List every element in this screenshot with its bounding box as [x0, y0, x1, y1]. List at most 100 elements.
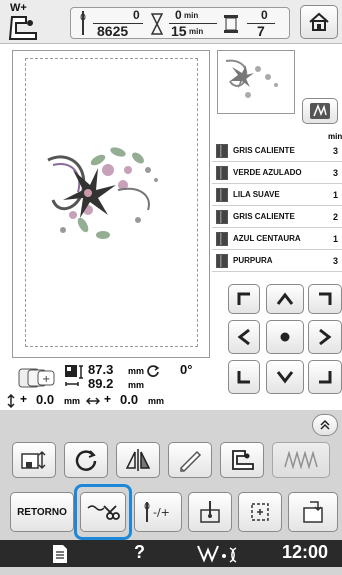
- thread-name: AZUL CENTAURA: [233, 234, 301, 243]
- thread-row[interactable]: GRIS CALIENTE 2: [212, 206, 342, 228]
- thread-minutes: 1: [332, 233, 338, 244]
- clock: 12:00: [282, 542, 329, 562]
- thread-row[interactable]: AZUL CENTAURA 1: [212, 228, 342, 250]
- stitch-pattern-icon: [284, 451, 318, 469]
- stitches-total: 8625: [97, 23, 129, 39]
- horizontal-offset-value: 0.0: [120, 392, 139, 407]
- colors-total: 7: [257, 23, 265, 39]
- presser-foot-indicator: W+: [6, 2, 46, 42]
- vertical-offset-unit: mm: [64, 396, 81, 406]
- thread-spool-icon: [216, 187, 228, 202]
- move-down-button[interactable]: [266, 360, 304, 394]
- thread-spool-icon: [216, 143, 228, 158]
- horizontal-offset-icon: [86, 397, 100, 405]
- horizontal-offset-unit: mm: [148, 396, 165, 406]
- thread-row[interactable]: VERDE AZULADO 3: [212, 162, 342, 184]
- presser-foot-label: W+: [10, 2, 27, 14]
- density-button[interactable]: [168, 442, 212, 478]
- arrow-up-icon: [276, 292, 294, 305]
- save-pocket-icon: [303, 501, 323, 523]
- vertical-offset-value: 0.0: [36, 392, 55, 407]
- move-up-left-button[interactable]: [228, 284, 260, 314]
- thread-minutes: 2: [332, 211, 338, 222]
- time-done: 0: [175, 8, 182, 22]
- arrow-right-icon: [319, 328, 332, 346]
- mirror-button[interactable]: [116, 442, 160, 478]
- design-height: 87.3: [88, 362, 114, 377]
- needle-updown-icon: -/+: [144, 502, 170, 522]
- thread-minutes: 3: [332, 255, 338, 266]
- trial-button[interactable]: [238, 492, 282, 532]
- start-point-button[interactable]: [188, 492, 232, 532]
- size-icon: [65, 365, 83, 386]
- stitches-done: 0: [133, 8, 140, 22]
- mirror-icon: [125, 449, 151, 471]
- design-height-unit: mm: [128, 366, 145, 376]
- center-button[interactable]: [266, 320, 304, 354]
- thread-minutes: 3: [332, 145, 338, 156]
- stitch-time-color-counter: 0 8625 0 min 15 min 0 7: [70, 7, 290, 39]
- thread-spool-icon: [216, 209, 228, 224]
- document-icon: [53, 544, 67, 563]
- thread-name: LILA SUAVE: [233, 190, 280, 199]
- svg-text:-/+: -/+: [153, 506, 170, 519]
- arrow-down-icon: [276, 371, 294, 384]
- help-button[interactable]: ?: [134, 542, 145, 563]
- memory-button[interactable]: [288, 492, 338, 532]
- document-button[interactable]: [40, 541, 80, 566]
- thread-row[interactable]: LILA SUAVE 1: [212, 184, 342, 206]
- time-done-unit: min: [184, 11, 199, 20]
- frame-size-indicator: +: [18, 366, 60, 390]
- horizontal-offset-sign: +: [104, 392, 112, 406]
- needle-position-button[interactable]: -/+: [134, 492, 182, 532]
- move-up-right-button[interactable]: [308, 284, 342, 314]
- vertical-offset-sign: +: [20, 392, 28, 406]
- rotation-icon: [147, 365, 160, 377]
- spool-icon: [224, 15, 238, 33]
- home-button[interactable]: [300, 5, 338, 39]
- corner-down-left-icon: [237, 371, 250, 384]
- double-chevron-up-icon: [320, 419, 330, 430]
- thread-view-icon: [310, 103, 330, 119]
- rotate-icon: [75, 450, 97, 471]
- embroidery-frame-button[interactable]: [220, 442, 264, 478]
- thread-minutes: 3: [332, 167, 338, 178]
- move-up-button[interactable]: [266, 284, 304, 314]
- back-button[interactable]: RETORNO: [10, 492, 74, 532]
- time-total: 15: [171, 23, 187, 39]
- move-left-button[interactable]: [228, 320, 260, 354]
- scissors-icon: [87, 505, 120, 520]
- thread-name: PURPURA: [233, 256, 273, 265]
- trial-frame-icon: [251, 503, 269, 521]
- vertical-offset-icon: [7, 394, 15, 408]
- thread-spool-icon: [216, 253, 228, 268]
- pencil-icon: [180, 450, 202, 472]
- thread-name: VERDE AZULADO: [233, 168, 302, 177]
- corner-up-right-icon: [319, 292, 332, 305]
- move-right-button[interactable]: [308, 320, 342, 354]
- svg-text:+: +: [42, 374, 50, 385]
- rotate-button[interactable]: [64, 442, 108, 478]
- stitch-pattern-button[interactable]: [272, 442, 330, 478]
- wlan-icon: [197, 545, 237, 563]
- embroidery-design[interactable]: [28, 130, 178, 250]
- move-down-right-button[interactable]: [308, 360, 342, 394]
- move-down-left-button[interactable]: [228, 360, 260, 394]
- move-frame-button[interactable]: [12, 442, 56, 478]
- thread-color-view-button[interactable]: [302, 98, 338, 124]
- home-icon: [309, 12, 329, 31]
- corner-up-left-icon: [237, 292, 250, 305]
- arrow-left-icon: [237, 328, 250, 346]
- needle-start-icon: [200, 501, 220, 523]
- thread-row[interactable]: PURPURA 3: [212, 250, 342, 272]
- thread-row[interactable]: GRIS CALIENTE 3: [212, 140, 342, 162]
- hourglass-icon: [151, 13, 163, 35]
- corner-down-right-icon: [319, 371, 332, 384]
- thread-trim-button[interactable]: [80, 492, 126, 532]
- colors-done: 0: [261, 8, 268, 22]
- back-button-label: RETORNO: [17, 506, 67, 518]
- thumbnail-design-icon: [225, 59, 278, 98]
- collapse-panel-button[interactable]: [312, 414, 338, 436]
- wireless-status: [196, 542, 242, 566]
- needle-icon: [80, 11, 86, 35]
